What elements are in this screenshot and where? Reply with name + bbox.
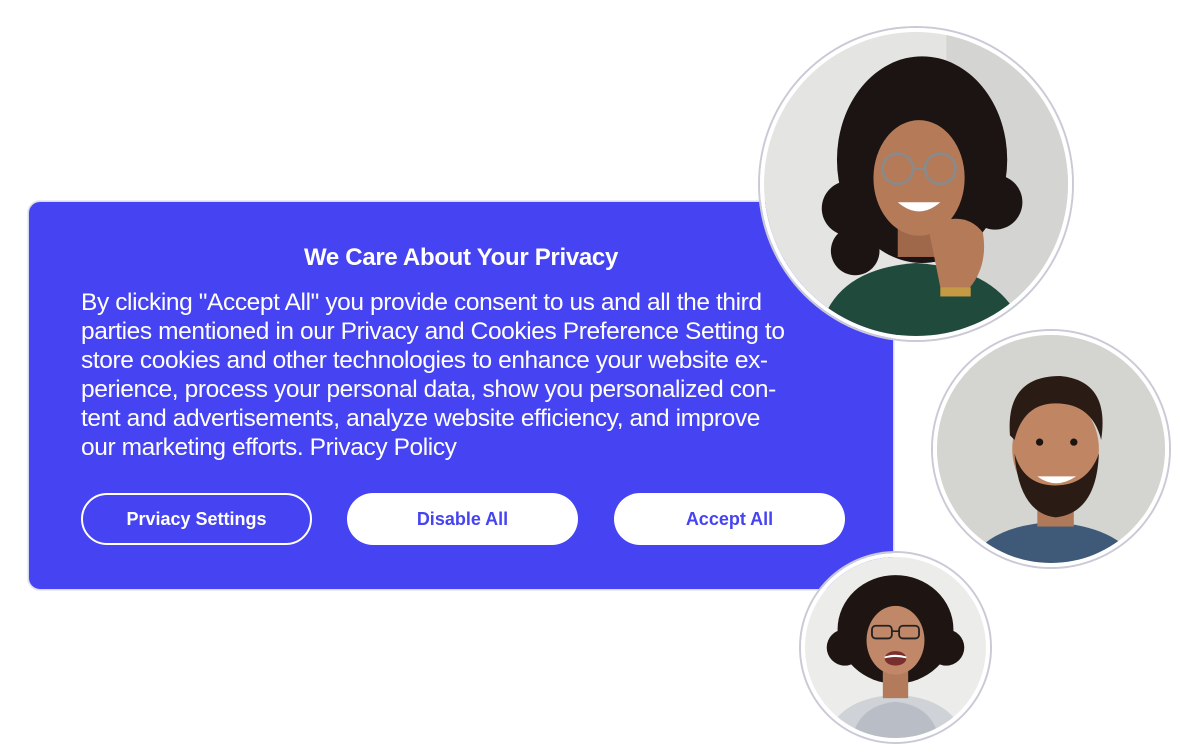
banner-body-text: By clicking "Accept All" you provide con… xyxy=(81,289,785,461)
avatar-woman-curly-hair xyxy=(760,28,1072,340)
disable-all-button[interactable]: Disable All xyxy=(347,493,578,545)
woman-with-curly-hair-and-glasses-photo xyxy=(764,32,1068,336)
cookie-consent-banner: We Care About Your Privacy By clicking "… xyxy=(28,201,894,590)
smiling-bearded-man-photo xyxy=(937,335,1165,563)
avatar-bearded-man xyxy=(933,331,1169,567)
privacy-settings-button[interactable]: Prviacy Settings xyxy=(81,493,312,545)
avatar-laughing-woman xyxy=(801,553,990,742)
accept-all-button[interactable]: Accept All xyxy=(614,493,845,545)
laughing-woman-with-glasses-photo xyxy=(805,557,986,738)
banner-title: We Care About Your Privacy xyxy=(303,244,619,271)
